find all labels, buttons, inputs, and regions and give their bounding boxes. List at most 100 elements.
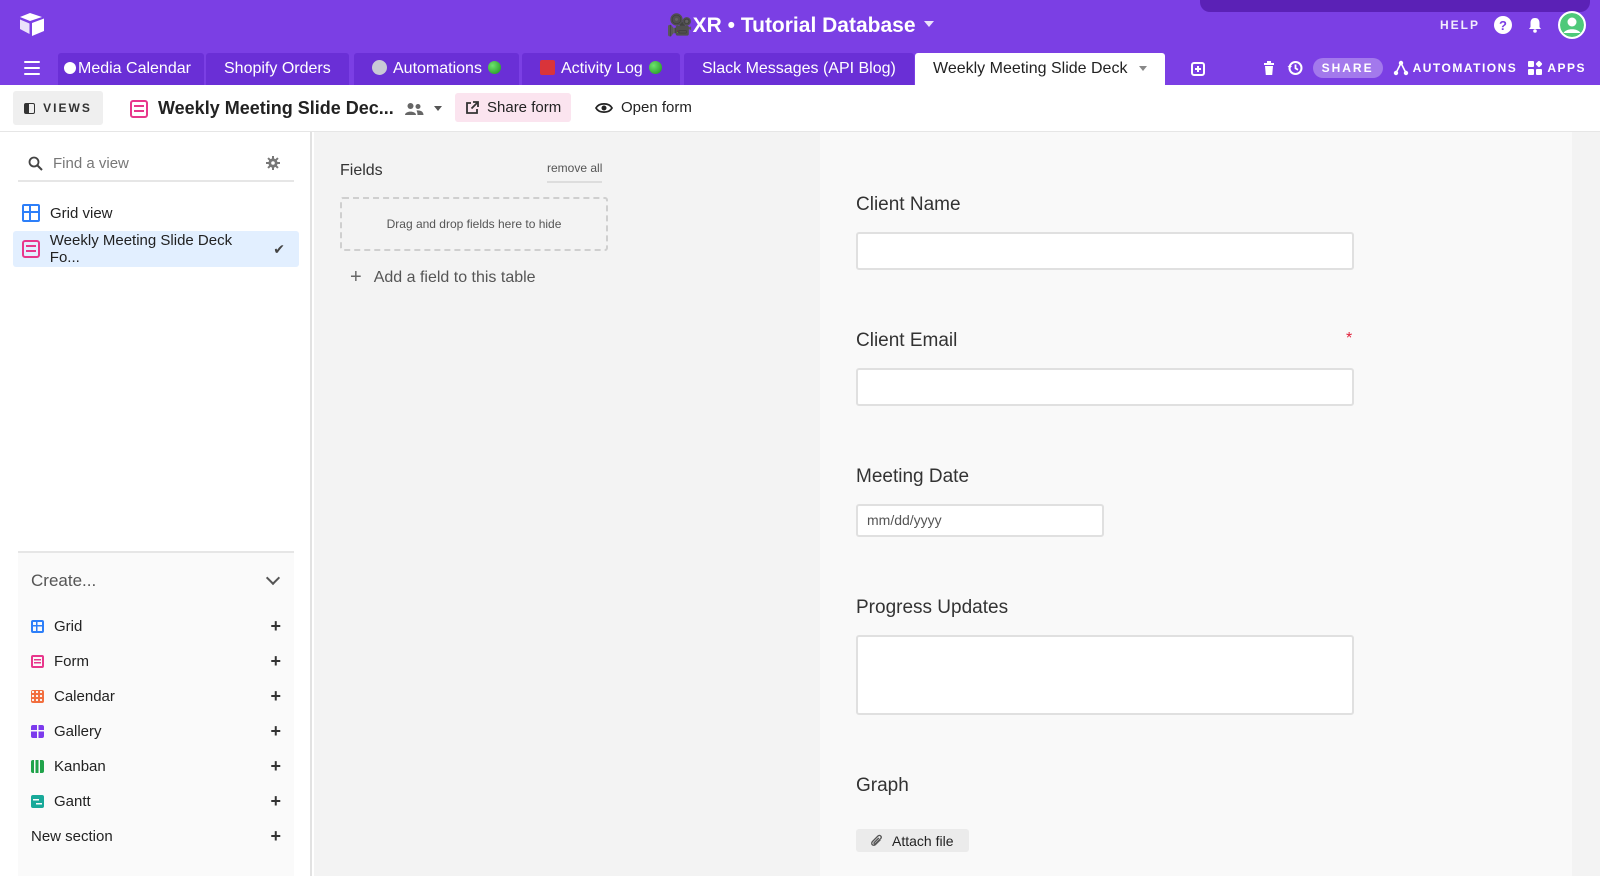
- create-item-label: Grid: [54, 617, 83, 635]
- client-name-label[interactable]: Client Name: [856, 194, 961, 216]
- help-icon[interactable]: ?: [1494, 16, 1512, 34]
- form-view-icon: [130, 99, 148, 118]
- plus-icon: +: [270, 615, 281, 636]
- apps-icon: [1528, 60, 1543, 75]
- chevron-left-icon[interactable]: [64, 61, 76, 74]
- avatar[interactable]: [1558, 11, 1586, 39]
- grid-icon: [31, 619, 44, 633]
- tab-weekly-meeting-slide-deck[interactable]: Weekly Meeting Slide Deck: [915, 53, 1166, 85]
- automations-icon: [1393, 60, 1408, 76]
- share-button[interactable]: SHARE: [1312, 58, 1383, 78]
- sidebar-toggle-icon: [24, 102, 36, 114]
- create-item-label: Form: [54, 652, 89, 670]
- collaborative-people-icon: [404, 102, 424, 115]
- chevron-down-icon[interactable]: [265, 570, 281, 586]
- calendar-icon: [31, 689, 44, 703]
- view-name-dropdown[interactable]: Weekly Meeting Slide Dec...: [130, 98, 442, 119]
- tab-label: Activity Log: [561, 60, 643, 77]
- sidebar-item-label: Grid view: [50, 204, 113, 222]
- airtable-logo-icon[interactable]: [18, 12, 46, 38]
- tab-label: Media Calendar: [78, 60, 191, 77]
- calendar-emoji-icon: [540, 60, 555, 76]
- tab-automations[interactable]: Automations: [354, 53, 519, 85]
- views-label: VIEWS: [43, 101, 92, 115]
- create-form-button[interactable]: Form +: [31, 649, 281, 673]
- graph-label[interactable]: Graph: [856, 775, 909, 797]
- menu-icon[interactable]: [24, 61, 40, 75]
- kanban-icon: [31, 759, 44, 773]
- sidebar-item-grid-view[interactable]: Grid view: [13, 195, 299, 231]
- create-grid-button[interactable]: Grid +: [31, 614, 281, 638]
- tab-media-calendar[interactable]: Media Calendar: [58, 53, 204, 85]
- form-icon: [31, 654, 44, 668]
- create-gantt-button[interactable]: Gantt +: [31, 789, 281, 813]
- gantt-icon: [31, 794, 44, 808]
- user-icon: [1560, 13, 1584, 37]
- progress-updates-textarea[interactable]: [856, 635, 1354, 715]
- chevron-down-icon[interactable]: [433, 106, 442, 111]
- attach-file-label: Attach file: [892, 832, 954, 849]
- tab-slack-messages[interactable]: Slack Messages (API Blog): [684, 53, 914, 85]
- find-view-input[interactable]: [53, 154, 253, 172]
- meeting-date-label[interactable]: Meeting Date: [856, 466, 969, 488]
- robot-icon: [372, 60, 387, 76]
- open-form-label: Open form: [621, 99, 692, 116]
- help-label[interactable]: HELP: [1440, 18, 1480, 32]
- tab-activity-log[interactable]: Activity Log: [522, 53, 680, 85]
- views-toggle-button[interactable]: VIEWS: [13, 91, 103, 125]
- add-table-icon[interactable]: [1191, 62, 1205, 76]
- plus-icon: +: [270, 650, 281, 671]
- plus-icon: +: [270, 790, 281, 811]
- tab-label: Slack Messages (API Blog): [702, 60, 896, 77]
- remove-all-button[interactable]: remove all: [547, 161, 603, 183]
- sidebar-item-weekly-meeting-form[interactable]: Weekly Meeting Slide Deck Fo... ✔: [13, 231, 299, 267]
- plus-icon: +: [270, 720, 281, 741]
- client-email-input[interactable]: [856, 368, 1354, 406]
- automations-button[interactable]: AUTOMATIONS: [1393, 60, 1518, 76]
- view-name: Weekly Meeting Slide Dec...: [158, 98, 394, 118]
- create-calendar-button[interactable]: Calendar +: [31, 684, 281, 708]
- progress-updates-label[interactable]: Progress Updates: [856, 597, 1008, 619]
- form-view-icon: [22, 240, 40, 258]
- plus-icon: +: [270, 825, 281, 846]
- automations-label: AUTOMATIONS: [1412, 61, 1518, 75]
- chevron-down-icon[interactable]: [1139, 66, 1148, 72]
- trash-icon[interactable]: [1261, 60, 1277, 76]
- create-section-title[interactable]: Create...: [31, 571, 96, 591]
- create-new-section-button[interactable]: New section +: [31, 824, 281, 848]
- create-item-label: Gantt: [54, 792, 91, 810]
- open-form-button[interactable]: Open form: [589, 93, 698, 122]
- apps-label: APPS: [1547, 61, 1586, 75]
- app-header: 🎥XR • Tutorial Database HELP ?: [0, 0, 1600, 51]
- create-item-label: Calendar: [54, 687, 115, 705]
- apps-button[interactable]: APPS: [1527, 60, 1586, 76]
- grid-view-icon: [22, 204, 40, 222]
- find-view-search: [18, 146, 294, 182]
- required-asterisk: *: [1346, 330, 1353, 347]
- plus-icon: +: [350, 266, 362, 288]
- gear-icon[interactable]: [266, 156, 280, 170]
- share-form-button[interactable]: Share form: [455, 93, 572, 122]
- client-name-input[interactable]: [856, 232, 1354, 270]
- meeting-date-input[interactable]: mm/dd/yyyy: [856, 504, 1104, 537]
- table-tabs-bar: Media Calendar Shopify Orders Automation…: [0, 51, 1600, 85]
- bell-icon[interactable]: [1526, 16, 1544, 34]
- eye-icon: [595, 102, 613, 113]
- plus-icon: +: [270, 755, 281, 776]
- field-drop-zone[interactable]: Drag and drop fields here to hide: [340, 197, 608, 251]
- tab-shopify-orders[interactable]: Shopify Orders: [206, 53, 349, 85]
- add-field-button[interactable]: + Add a field to this table: [350, 266, 536, 289]
- create-kanban-button[interactable]: Kanban +: [31, 754, 281, 778]
- views-sidebar: Grid view Weekly Meeting Slide Deck Fo..…: [0, 132, 312, 876]
- create-item-label: Kanban: [54, 757, 106, 775]
- attach-file-button[interactable]: Attach file: [856, 829, 970, 852]
- form-card: Client Name Client Email * Meeting Date …: [820, 132, 1572, 876]
- create-gallery-button[interactable]: Gallery +: [31, 719, 281, 743]
- gallery-icon: [31, 724, 44, 738]
- client-email-label[interactable]: Client Email: [856, 330, 957, 352]
- chevron-down-icon[interactable]: [923, 21, 934, 28]
- tab-label: Weekly Meeting Slide Deck: [933, 60, 1128, 77]
- search-icon: [28, 156, 43, 171]
- base-title[interactable]: 🎥XR • Tutorial Database: [0, 14, 1600, 38]
- history-icon[interactable]: [1287, 60, 1303, 76]
